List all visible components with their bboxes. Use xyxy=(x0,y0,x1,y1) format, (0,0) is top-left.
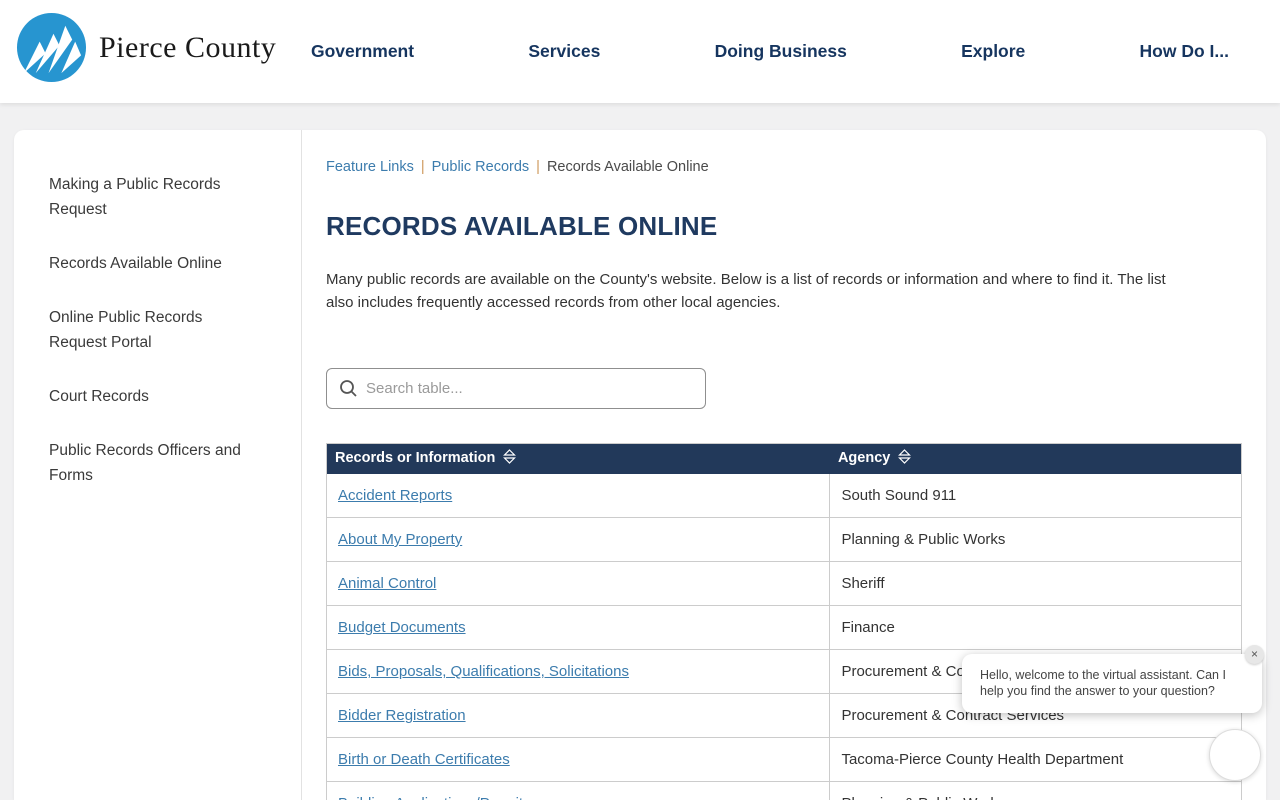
agency-cell: South Sound 911 xyxy=(829,473,1242,518)
search-icon xyxy=(340,380,357,397)
record-cell: Budget Documents xyxy=(326,605,831,650)
record-link-building-applications-permits[interactable]: Building Applications/Permits xyxy=(338,795,531,800)
nav-item-explore[interactable]: Explore xyxy=(961,41,1025,62)
record-cell: Birth or Death Certificates xyxy=(326,737,831,782)
logo[interactable]: Pierce County xyxy=(16,12,276,83)
sort-icon xyxy=(503,449,517,468)
sidebar-item-public-records-officers-and-forms[interactable]: Public Records Officers and Forms xyxy=(49,438,264,488)
record-cell: About My Property xyxy=(326,517,831,562)
page-title: RECORDS AVAILABLE ONLINE xyxy=(326,211,718,241)
page-description: Many public records are available on the… xyxy=(326,271,1166,311)
chat-message: Hello, welcome to the virtual assistant.… xyxy=(980,668,1226,698)
table-row: Animal Control Sheriff xyxy=(326,561,1242,606)
table-row: Budget Documents Finance xyxy=(326,605,1242,650)
breadcrumb-link-feature-links[interactable]: Feature Links xyxy=(326,159,414,175)
breadcrumb: Feature Links | Public Records | Records Ava… xyxy=(326,159,1242,175)
column-header-records-or-information[interactable]: Records or Information xyxy=(326,443,830,474)
sidebar-item-records-available-online[interactable]: Records Available Online xyxy=(49,251,264,276)
agency-cell: Tacoma-Pierce County Health Department xyxy=(829,737,1242,782)
breadcrumb-current: Records Available Online xyxy=(546,159,709,175)
record-cell: Bids, Proposals, Qualifications, Solicit… xyxy=(326,649,831,694)
nav-item-doing-business[interactable]: Doing Business xyxy=(715,41,847,62)
search-box xyxy=(326,368,706,409)
table-row: Birth or Death Certificates Tacoma-Pierce… xyxy=(326,737,1242,782)
nav-item-how-do-i[interactable]: How Do I... xyxy=(1140,41,1229,62)
chat-avatar-button[interactable] xyxy=(1209,729,1261,781)
table-header-row: Records or Information Agency xyxy=(326,443,1242,474)
record-link-about-my-property[interactable]: About My Property xyxy=(338,531,462,548)
chat-bubble: × Hello, welcome to the virtual assistan… xyxy=(962,645,1264,713)
sidebar-item-court-records[interactable]: Court Records xyxy=(49,384,264,409)
table-body: Accident Reports South Sound 911 About My … xyxy=(326,473,1242,800)
main-nav: Government Services Doing Business Explore H… xyxy=(311,0,1229,103)
table-row: Building Applications/Permits Planning & … xyxy=(326,781,1242,800)
record-cell: Animal Control xyxy=(326,561,831,606)
sidebar: Making a Public Records Request Records A… xyxy=(14,130,302,800)
agency-cell: Finance xyxy=(829,605,1242,650)
record-link-birth-or-death-certificates[interactable]: Birth or Death Certificates xyxy=(338,751,510,768)
table-row: About My Property Planning & Public Works xyxy=(326,517,1242,562)
nav-item-government[interactable]: Government xyxy=(311,41,414,62)
chat-close-button[interactable]: × xyxy=(1245,645,1264,664)
column-header-agency[interactable]: Agency xyxy=(829,443,1242,474)
agency-cell: Planning & Public Works xyxy=(829,781,1242,800)
breadcrumb-separator: | xyxy=(420,159,425,175)
close-icon: × xyxy=(1250,647,1258,661)
logo-text: Pierce County xyxy=(99,30,277,64)
record-cell: Accident Reports xyxy=(326,473,831,518)
column-label: Records or Information xyxy=(335,450,496,467)
agency-cell: Sheriff xyxy=(829,561,1242,606)
record-cell: Bidder Registration xyxy=(326,693,831,738)
pierce-county-logo-icon xyxy=(16,12,87,83)
record-link-bids-proposals-qualifications-solicitations[interactable]: Bids, Proposals, Qualifications, Solicit… xyxy=(338,663,629,680)
site-header: Pierce County Government Services Doing Bu… xyxy=(0,0,1280,103)
sort-icon xyxy=(898,449,912,468)
agency-cell: Planning & Public Works xyxy=(829,517,1242,562)
record-link-accident-reports[interactable]: Accident Reports xyxy=(338,487,452,504)
breadcrumb-separator: | xyxy=(536,159,540,175)
record-link-budget-documents[interactable]: Budget Documents xyxy=(338,619,466,636)
column-label: Agency xyxy=(837,450,891,467)
table-row: Accident Reports South Sound 911 xyxy=(326,473,1242,518)
nav-item-services[interactable]: Services xyxy=(528,41,600,62)
records-table: Records or Information Agency Accident Re… xyxy=(326,443,1242,800)
record-link-animal-control[interactable]: Animal Control xyxy=(338,575,436,592)
sidebar-item-online-public-records-request-portal[interactable]: Online Public Records Request Portal xyxy=(49,305,264,355)
record-cell: Building Applications/Permits xyxy=(326,781,831,800)
sidebar-item-making-a-public-records-request[interactable]: Making a Public Records Request xyxy=(49,172,264,222)
breadcrumb-link-public-records[interactable]: Public Records xyxy=(432,159,530,175)
record-link-bidder-registration[interactable]: Bidder Registration xyxy=(338,707,466,724)
search-input[interactable] xyxy=(366,369,705,408)
